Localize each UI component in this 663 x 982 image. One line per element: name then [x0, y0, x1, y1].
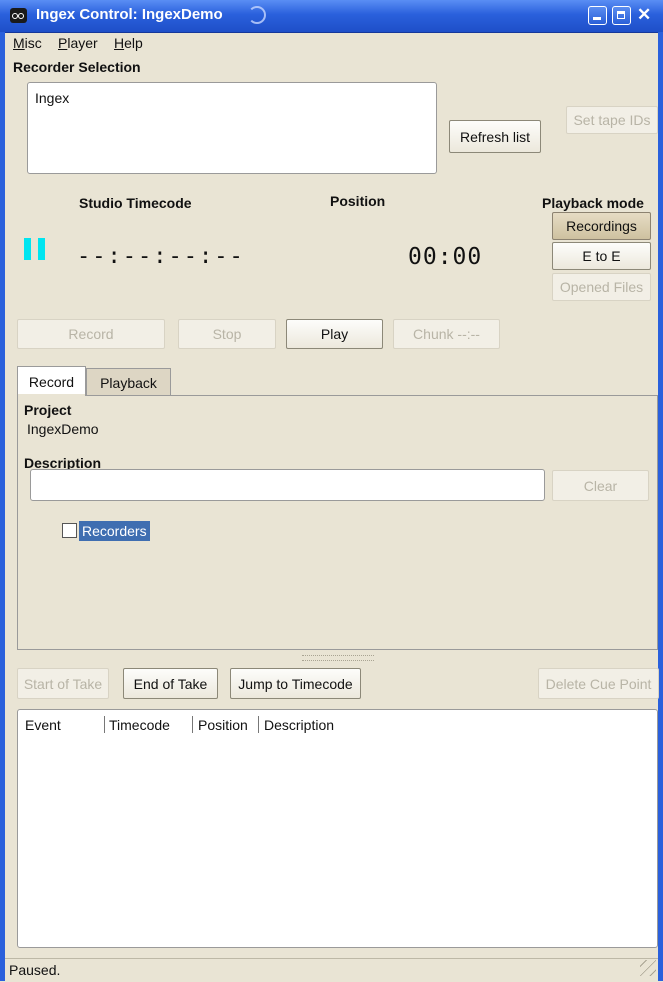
- stop-button[interactable]: Stop: [178, 319, 276, 349]
- app-icon: [10, 8, 27, 23]
- pause-icon: [24, 238, 46, 260]
- column-header-description[interactable]: Description: [264, 717, 334, 733]
- column-divider: [104, 716, 105, 733]
- column-header-timecode[interactable]: Timecode: [109, 717, 170, 733]
- set-tape-ids-button[interactable]: Set tape IDs: [566, 106, 658, 134]
- events-table[interactable]: Event Timecode Position Description: [17, 709, 658, 948]
- record-button[interactable]: Record: [17, 319, 165, 349]
- tab-join: [18, 394, 85, 396]
- window-title: Ingex Control: IngexDemo: [36, 6, 223, 23]
- column-header-position[interactable]: Position: [198, 717, 248, 733]
- pane-splitter-handle[interactable]: [302, 655, 374, 661]
- list-item[interactable]: Ingex: [35, 90, 69, 106]
- play-button[interactable]: Play: [286, 319, 383, 349]
- column-divider: [258, 716, 259, 733]
- recorders-checkbox[interactable]: [62, 523, 77, 538]
- clear-button[interactable]: Clear: [552, 470, 649, 501]
- playback-mode-e-to-e-button[interactable]: E to E: [552, 242, 651, 270]
- refresh-list-button[interactable]: Refresh list: [449, 120, 541, 153]
- description-input[interactable]: [30, 469, 545, 501]
- tab-playback[interactable]: Playback: [86, 368, 171, 396]
- menu-misc[interactable]: Misc: [13, 35, 42, 51]
- end-of-take-button[interactable]: End of Take: [123, 668, 218, 699]
- playback-mode-heading: Playback mode: [542, 195, 644, 211]
- menu-player[interactable]: Player: [58, 35, 98, 51]
- maximize-button[interactable]: [612, 6, 631, 25]
- column-divider: [192, 716, 193, 733]
- close-button[interactable]: ✕: [637, 5, 651, 25]
- chunk-button[interactable]: Chunk --:--: [393, 319, 500, 349]
- tab-record[interactable]: Record: [17, 366, 86, 396]
- playback-mode-recordings-button[interactable]: Recordings: [552, 212, 651, 240]
- position-label: Position: [330, 193, 386, 209]
- window-frame-left: [0, 32, 5, 981]
- status-text: Paused.: [9, 962, 61, 978]
- recorder-selection-heading: Recorder Selection: [13, 59, 141, 75]
- column-header-event[interactable]: Event: [25, 717, 61, 733]
- project-label: Project: [24, 402, 72, 418]
- spinner-icon: [248, 6, 266, 24]
- studio-timecode-value: --:--:--:--: [77, 244, 245, 269]
- studio-timecode-label: Studio Timecode: [79, 195, 192, 211]
- jump-to-timecode-button[interactable]: Jump to Timecode: [230, 668, 361, 699]
- status-bar: Paused.: [5, 958, 658, 982]
- title-bar[interactable]: Ingex Control: IngexDemo ✕: [0, 0, 663, 33]
- tree-item-recorders[interactable]: Recorders: [79, 521, 150, 541]
- recorder-list[interactable]: Ingex: [27, 82, 437, 174]
- delete-cue-point-button[interactable]: Delete Cue Point: [538, 668, 659, 699]
- position-value: 00:00: [408, 244, 483, 270]
- start-of-take-button[interactable]: Start of Take: [17, 668, 109, 699]
- resize-grip-icon[interactable]: [640, 960, 656, 976]
- playback-mode-opened-files-button[interactable]: Opened Files: [552, 273, 651, 301]
- project-value: IngexDemo: [27, 421, 99, 437]
- minimize-button[interactable]: [588, 6, 607, 25]
- window-frame-right: [658, 32, 663, 981]
- menu-help[interactable]: Help: [114, 35, 143, 51]
